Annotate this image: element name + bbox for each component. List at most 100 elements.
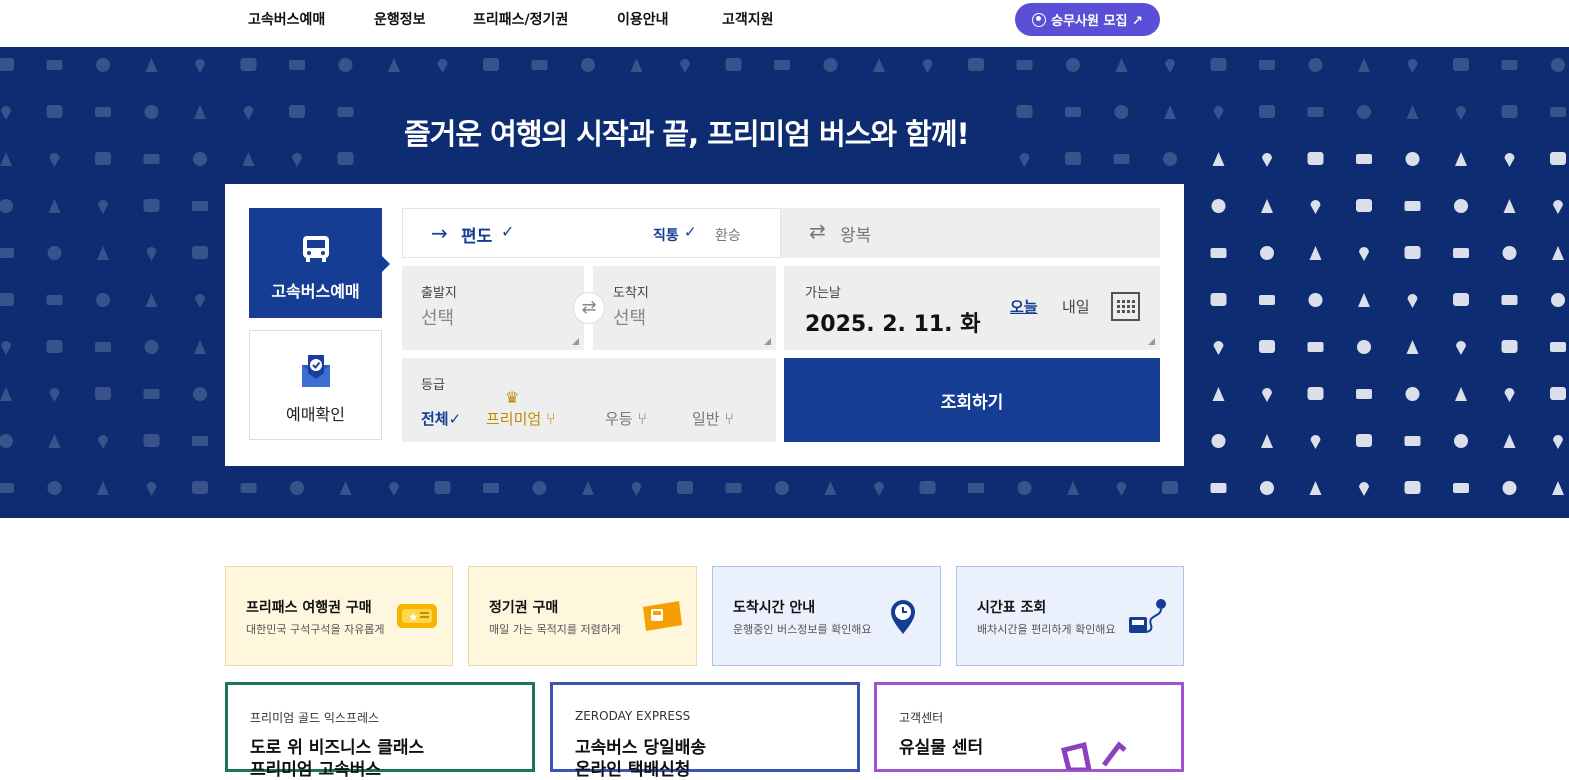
pattern-icon bbox=[1551, 293, 1565, 307]
grade-premium-label: 프리미엄 bbox=[486, 410, 542, 428]
pattern-icon bbox=[240, 58, 257, 71]
pattern-icon bbox=[98, 435, 108, 449]
pattern-icon bbox=[1017, 481, 1032, 495]
pattern-icon bbox=[1552, 246, 1564, 260]
nav-item-freepass[interactable]: 프리패스/정기권 bbox=[473, 9, 568, 29]
pattern-icon bbox=[630, 58, 643, 72]
nav-item-guide[interactable]: 이용안내 bbox=[617, 9, 669, 29]
timetable-card[interactable]: 시간표 조회 배차시간을 편리하게 확인해요 bbox=[956, 566, 1184, 666]
pattern-icon bbox=[1259, 105, 1275, 118]
grade-normal-label: 일반 bbox=[692, 410, 720, 428]
pattern-icon bbox=[1550, 152, 1566, 165]
pattern-icon bbox=[1307, 152, 1324, 165]
pattern-icon bbox=[1213, 341, 1224, 355]
swap-stations-button[interactable]: ⇄ bbox=[573, 292, 605, 324]
oneway-label: 편도 bbox=[461, 227, 493, 247]
bus-icon bbox=[303, 236, 329, 262]
lost-found-sub: 고객센터 bbox=[899, 711, 944, 725]
pattern-icon bbox=[144, 105, 159, 119]
tomorrow-button[interactable]: 내일 bbox=[1062, 296, 1090, 317]
nav-item-operation-info[interactable]: 운행정보 bbox=[374, 9, 426, 29]
pattern-icon bbox=[1016, 105, 1033, 118]
pattern-icon bbox=[1453, 58, 1469, 71]
pattern-icon bbox=[1260, 481, 1274, 495]
pattern-icon bbox=[46, 60, 63, 70]
pattern-icon bbox=[144, 340, 159, 354]
pattern-icon bbox=[582, 481, 594, 495]
pattern-icon bbox=[1309, 481, 1322, 495]
pattern-icon bbox=[1065, 152, 1081, 165]
pattern-icon bbox=[968, 58, 984, 71]
premium-gold-card[interactable]: 프리미엄 골드 익스프레스 도로 위 비즈니스 클래스 프리미엄 고속버스 bbox=[225, 682, 535, 780]
arrival-field[interactable]: 도착지 선택 bbox=[593, 266, 776, 350]
pattern-icon bbox=[193, 152, 207, 166]
pattern-icon bbox=[1501, 295, 1518, 305]
pattern-icon bbox=[874, 482, 884, 496]
pattern-icon bbox=[337, 152, 354, 165]
pattern-icon bbox=[1407, 294, 1418, 308]
search-button[interactable]: 조회하기 bbox=[784, 358, 1160, 442]
tab-reservation-check[interactable]: 예매확인 bbox=[249, 330, 382, 440]
grade-excellent-option[interactable]: 우등 ⑂ bbox=[605, 408, 647, 429]
pattern-icon bbox=[192, 481, 208, 494]
pattern-icon bbox=[146, 482, 157, 496]
swap-arrows-icon: ⇄ bbox=[809, 219, 826, 243]
pattern-icon bbox=[1553, 200, 1563, 214]
season-pass-card-title: 정기권 구매 bbox=[489, 600, 559, 616]
pattern-icon bbox=[48, 199, 61, 213]
pattern-icon bbox=[1210, 58, 1227, 71]
pattern-icon bbox=[1404, 201, 1421, 211]
date-field[interactable]: 가는날 2025. 2. 11. 화 오늘 내일 bbox=[784, 266, 1160, 350]
person-icon bbox=[1032, 12, 1047, 27]
today-button[interactable]: 오늘 bbox=[1010, 296, 1038, 317]
pattern-icon bbox=[194, 340, 206, 354]
transfer-option[interactable]: 환승 bbox=[715, 225, 741, 245]
pattern-icon bbox=[1210, 248, 1227, 258]
zeroday-card[interactable]: ZERODAY EXPRESS 고속버스 당일배송 온라인 택배신청 bbox=[550, 682, 860, 780]
top-navigation: 고속버스예매 운행정보 프리패스/정기권 이용안내 고객지원 승무사원 모집 ↗ bbox=[0, 0, 1569, 47]
pattern-icon bbox=[143, 154, 160, 164]
grade-normal-option[interactable]: 일반 ⑂ bbox=[692, 408, 734, 429]
season-pass-card[interactable]: 정기권 구매 매일 가는 목적지를 저렴하게 bbox=[468, 566, 697, 666]
pattern-icon bbox=[0, 483, 14, 493]
oneway-check-icon: ✓ bbox=[501, 222, 515, 241]
pattern-icon bbox=[243, 106, 254, 120]
oneway-option[interactable]: → 편도 ✓ 직통 ✓ 환승 bbox=[402, 208, 781, 258]
pattern-icon bbox=[143, 389, 160, 399]
pattern-icon bbox=[0, 58, 14, 71]
nav-item-support[interactable]: 고객지원 bbox=[722, 9, 774, 29]
pattern-icon bbox=[96, 58, 110, 72]
pattern-icon bbox=[1550, 342, 1566, 352]
grade-all-option[interactable]: 전체✓ bbox=[421, 408, 461, 429]
pattern-icon bbox=[145, 293, 158, 307]
bus-route-icon bbox=[1129, 599, 1166, 633]
pattern-icon bbox=[1358, 293, 1370, 307]
pattern-icon bbox=[483, 58, 499, 71]
pattern-icon bbox=[1453, 483, 1469, 493]
pattern-icon bbox=[95, 342, 111, 352]
zeroday-title-2: 온라인 택배신청 bbox=[575, 760, 691, 780]
premium-gold-title-2: 프리미엄 고속버스 bbox=[250, 760, 382, 780]
departure-field[interactable]: 출발지 선택 bbox=[402, 266, 584, 350]
arrival-time-card[interactable]: 도착시간 안내 운행중인 버스정보를 확인해요 bbox=[712, 566, 941, 666]
tab-express-booking[interactable]: 고속버스예매 bbox=[249, 208, 390, 318]
recruit-button[interactable]: 승무사원 모집 ↗ bbox=[1015, 3, 1160, 36]
pattern-icon bbox=[0, 434, 13, 448]
pattern-icon bbox=[0, 199, 13, 213]
premium-gold-sub: 프리미엄 골드 익스프레스 bbox=[250, 711, 380, 725]
roundtrip-option[interactable]: ⇄ 왕복 bbox=[781, 208, 1160, 258]
timetable-card-desc: 배차시간을 편리하게 확인해요 bbox=[977, 623, 1116, 636]
pattern-icon bbox=[434, 481, 451, 494]
direct-option[interactable]: 직통 bbox=[653, 225, 679, 245]
calendar-icon[interactable] bbox=[1111, 292, 1140, 321]
pattern-icon bbox=[0, 387, 12, 401]
pattern-icon bbox=[193, 387, 207, 401]
nav-item-express-booking[interactable]: 고속버스예매 bbox=[248, 9, 325, 29]
grade-premium-option[interactable]: 프리미엄 ⑂ bbox=[486, 408, 556, 429]
pattern-icon bbox=[532, 481, 547, 495]
pattern-icon bbox=[1162, 481, 1178, 494]
pattern-icon bbox=[1405, 387, 1420, 401]
lost-found-card[interactable]: 고객센터 유실물 센터 bbox=[874, 682, 1184, 772]
pattern-icon bbox=[1406, 340, 1419, 354]
freepass-card[interactable]: 프리패스 여행권 구매 대한민국 구석구석을 자유롭게 ★ bbox=[225, 566, 453, 666]
